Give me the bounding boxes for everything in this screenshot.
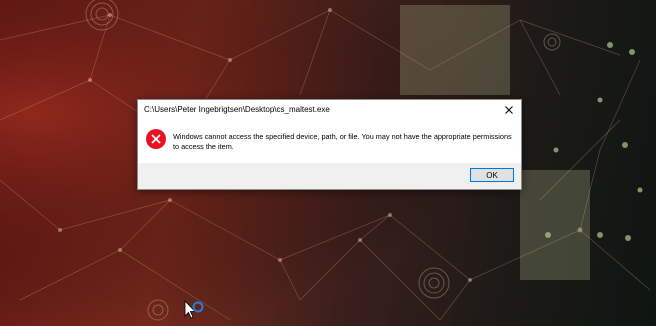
- error-dialog: C:\Users\Peter Ingebrigtsen\Desktop\cs_m…: [137, 99, 522, 190]
- dialog-title: C:\Users\Peter Ingebrigtsen\Desktop\cs_m…: [144, 105, 330, 114]
- error-icon: [146, 129, 166, 149]
- ok-button[interactable]: OK: [470, 168, 514, 182]
- error-message: Windows cannot access the specified devi…: [173, 132, 512, 151]
- dialog-content: Windows cannot access the specified devi…: [138, 120, 521, 164]
- close-button[interactable]: [497, 100, 521, 120]
- dialog-titlebar[interactable]: C:\Users\Peter Ingebrigtsen\Desktop\cs_m…: [138, 100, 521, 120]
- dialog-footer: OK: [138, 163, 521, 189]
- close-icon: [505, 106, 513, 114]
- busy-cursor: [184, 300, 204, 319]
